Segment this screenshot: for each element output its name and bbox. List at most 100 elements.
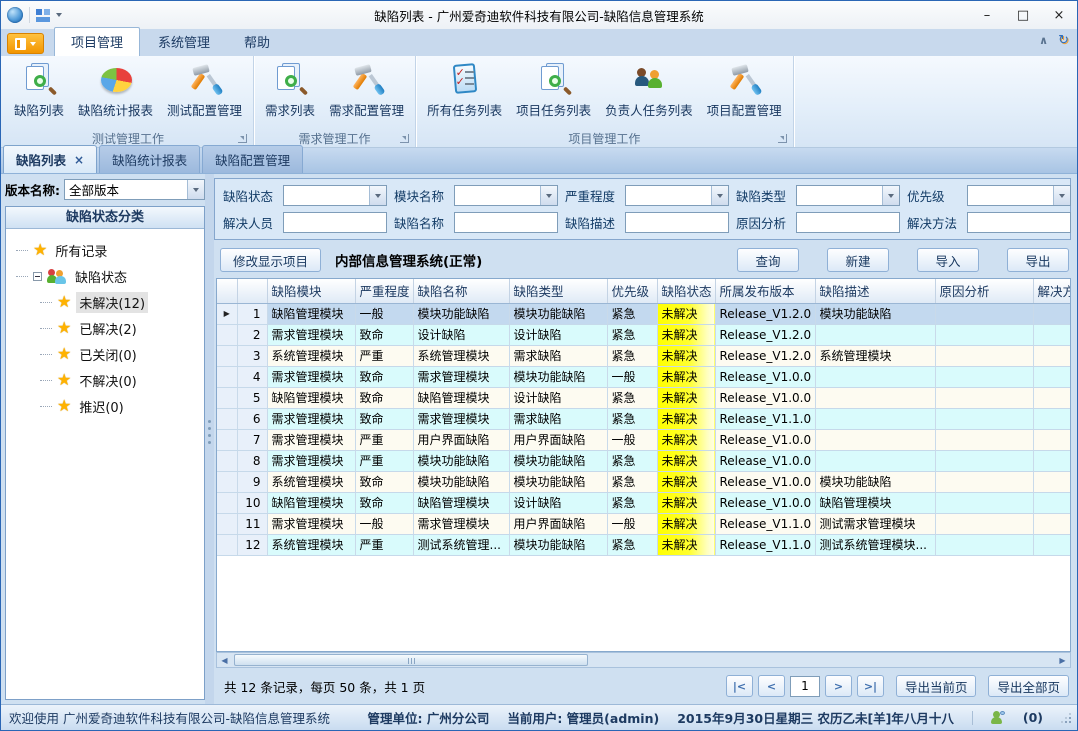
table-row[interactable]: 5缺陷管理模块致命缺陷管理模块设计缺陷紧急未解决Release_V1.0.0 xyxy=(217,387,1071,408)
table-cell[interactable] xyxy=(815,387,935,408)
table-cell[interactable]: 严重 xyxy=(355,534,413,555)
table-cell[interactable] xyxy=(815,429,935,450)
table-cell[interactable]: 严重 xyxy=(355,345,413,366)
table-cell[interactable] xyxy=(1033,534,1071,555)
ribbon-tab-project-management[interactable]: 项目管理 xyxy=(54,27,140,56)
doc-tab-defect-report[interactable]: 缺陷统计报表 xyxy=(99,145,200,173)
table-cell[interactable]: 一般 xyxy=(607,513,657,534)
table-cell[interactable]: 需求管理模块 xyxy=(267,366,355,387)
column-header[interactable]: 严重程度 xyxy=(355,279,413,303)
table-cell[interactable]: 缺陷管理模块 xyxy=(267,492,355,513)
ribbon-tab-help[interactable]: 帮助 xyxy=(228,28,286,56)
table-cell[interactable]: 紧急 xyxy=(607,492,657,513)
table-cell[interactable]: 系统管理模块 xyxy=(413,345,509,366)
requirement-list-button[interactable]: 需求列表 xyxy=(260,60,320,121)
prev-page-button[interactable]: < xyxy=(758,675,785,697)
table-cell[interactable] xyxy=(935,513,1033,534)
table-cell[interactable] xyxy=(815,324,935,345)
table-cell[interactable]: 未解决 xyxy=(657,492,715,513)
table-cell[interactable]: 致命 xyxy=(355,387,413,408)
table-cell[interactable]: 致命 xyxy=(355,492,413,513)
tree-item-unresolved[interactable]: ★未解决(12) xyxy=(40,289,200,315)
table-cell[interactable]: 系统管理模块 xyxy=(815,345,935,366)
table-cell[interactable]: 需求管理模块 xyxy=(267,513,355,534)
table-row[interactable]: 3系统管理模块严重系统管理模块需求缺陷紧急未解决Release_V1.2.0系统… xyxy=(217,345,1071,366)
table-row[interactable]: 8需求管理模块严重模块功能缺陷模块功能缺陷紧急未解决Release_V1.0.0 xyxy=(217,450,1071,471)
table-row[interactable]: 12系统管理模块严重测试系统管理...模块功能缺陷紧急未解决Release_V1… xyxy=(217,534,1071,555)
tree-item-wont-fix[interactable]: ★不解决(0) xyxy=(40,367,200,393)
table-cell[interactable] xyxy=(815,408,935,429)
scroll-left-icon[interactable]: ◀ xyxy=(217,656,232,665)
table-cell[interactable]: 设计缺陷 xyxy=(413,324,509,345)
table-cell[interactable] xyxy=(935,324,1033,345)
column-header[interactable]: 解决方法 xyxy=(1033,279,1071,303)
table-cell[interactable]: 设计缺陷 xyxy=(509,492,607,513)
table-cell[interactable]: 未解决 xyxy=(657,345,715,366)
scrollbar-track[interactable] xyxy=(232,653,1055,667)
table-cell[interactable]: Release_V1.2.0 xyxy=(715,345,815,366)
table-cell[interactable]: 紧急 xyxy=(607,303,657,324)
table-cell[interactable]: 未解决 xyxy=(657,303,715,324)
table-cell[interactable]: 紧急 xyxy=(607,324,657,345)
minimize-button[interactable]: – xyxy=(969,2,1005,28)
severity-dropdown[interactable] xyxy=(625,185,729,206)
table-cell[interactable]: 测试需求管理模块 xyxy=(815,513,935,534)
table-cell[interactable]: Release_V1.0.0 xyxy=(715,387,815,408)
table-cell[interactable]: 模块功能缺陷 xyxy=(509,534,607,555)
table-cell[interactable] xyxy=(1033,387,1071,408)
table-cell[interactable]: 需求缺陷 xyxy=(509,408,607,429)
table-cell[interactable]: Release_V1.0.0 xyxy=(715,366,815,387)
table-cell[interactable]: 一般 xyxy=(607,429,657,450)
table-cell[interactable]: 需求管理模块 xyxy=(413,513,509,534)
application-menu-button[interactable] xyxy=(7,33,44,54)
table-cell[interactable]: 测试系统管理模块... xyxy=(815,534,935,555)
combo-arrow-button[interactable] xyxy=(369,186,386,205)
column-header[interactable]: 优先级 xyxy=(607,279,657,303)
table-cell[interactable]: 需求管理模块 xyxy=(413,408,509,429)
defect-desc-input[interactable] xyxy=(625,212,729,233)
table-row[interactable]: 6需求管理模块致命需求管理模块需求缺陷紧急未解决Release_V1.1.0 xyxy=(217,408,1071,429)
table-row[interactable]: 11需求管理模块一般需求管理模块用户界面缺陷一般未解决Release_V1.1.… xyxy=(217,513,1071,534)
table-cell[interactable]: 致命 xyxy=(355,324,413,345)
table-cell[interactable]: 缺陷管理模块 xyxy=(815,492,935,513)
combo-arrow-button[interactable] xyxy=(187,180,204,199)
defect-list-button[interactable]: 缺陷列表 xyxy=(9,60,69,121)
table-cell[interactable]: 未解决 xyxy=(657,324,715,345)
table-cell[interactable]: 缺陷管理模块 xyxy=(413,387,509,408)
table-cell[interactable] xyxy=(1033,471,1071,492)
table-cell[interactable]: 模块功能缺陷 xyxy=(509,303,607,324)
project-config-button[interactable]: 项目配置管理 xyxy=(702,60,787,121)
table-cell[interactable]: 紧急 xyxy=(607,534,657,555)
export-current-page-button[interactable]: 导出当前页 xyxy=(896,675,977,697)
table-cell[interactable] xyxy=(935,408,1033,429)
close-tab-icon[interactable]: × xyxy=(74,153,84,167)
table-row[interactable]: 4需求管理模块致命需求管理模块模块功能缺陷一般未解决Release_V1.0.0 xyxy=(217,366,1071,387)
last-page-button[interactable]: >| xyxy=(857,675,884,697)
doc-tab-defect-list[interactable]: 缺陷列表× xyxy=(3,145,97,173)
table-cell[interactable]: Release_V1.2.0 xyxy=(715,303,815,324)
table-cell[interactable]: 缺陷管理模块 xyxy=(413,492,509,513)
panel-splitter[interactable] xyxy=(205,174,214,704)
table-row[interactable]: ▶1缺陷管理模块一般模块功能缺陷模块功能缺陷紧急未解决Release_V1.2.… xyxy=(217,303,1071,324)
resolver-input[interactable] xyxy=(283,212,387,233)
table-cell[interactable] xyxy=(935,303,1033,324)
table-cell[interactable] xyxy=(935,450,1033,471)
combo-arrow-button[interactable] xyxy=(882,186,899,205)
new-button[interactable]: 新建 xyxy=(827,248,889,272)
table-row[interactable]: 2需求管理模块致命设计缺陷设计缺陷紧急未解决Release_V1.2.0 xyxy=(217,324,1071,345)
module-name-dropdown[interactable] xyxy=(454,185,558,206)
table-cell[interactable]: 需求管理模块 xyxy=(267,324,355,345)
table-cell[interactable]: 需求管理模块 xyxy=(267,429,355,450)
table-cell[interactable]: Release_V1.0.0 xyxy=(715,492,815,513)
tree-item-closed[interactable]: ★已关闭(0) xyxy=(40,341,200,367)
table-cell[interactable]: 模块功能缺陷 xyxy=(413,450,509,471)
table-cell[interactable]: 紧急 xyxy=(607,471,657,492)
table-cell[interactable]: 未解决 xyxy=(657,471,715,492)
table-cell[interactable]: 紧急 xyxy=(607,450,657,471)
table-cell[interactable]: 一般 xyxy=(355,513,413,534)
table-cell[interactable]: 一般 xyxy=(607,366,657,387)
table-cell[interactable]: 缺陷管理模块 xyxy=(267,387,355,408)
ribbon-tab-system-management[interactable]: 系统管理 xyxy=(142,28,226,56)
column-header[interactable]: 缺陷模块 xyxy=(267,279,355,303)
scrollbar-thumb[interactable] xyxy=(234,654,588,666)
